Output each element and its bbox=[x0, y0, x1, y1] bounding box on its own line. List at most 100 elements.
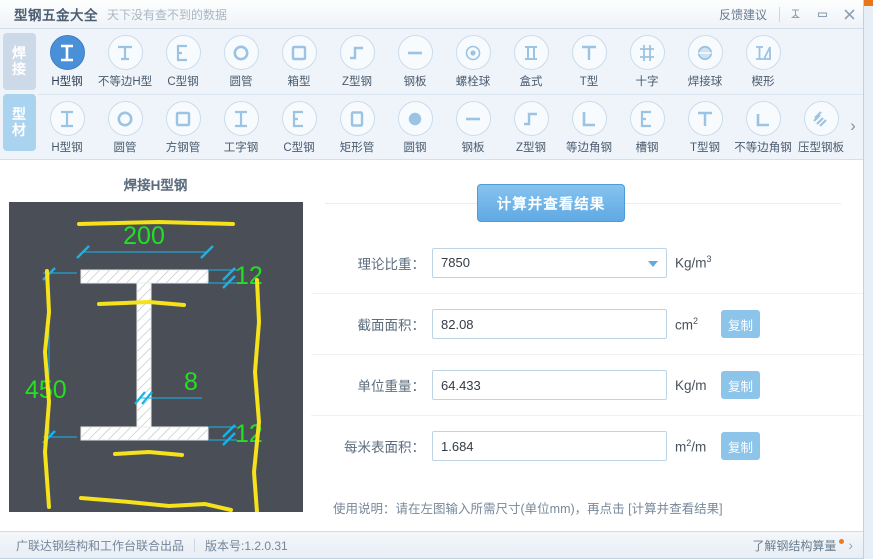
toolbar-item-i-beam[interactable]: 工字钢 bbox=[212, 101, 270, 155]
round-bar-icon bbox=[397, 101, 433, 136]
copy-button[interactable]: 复制 bbox=[721, 371, 760, 399]
c-channel-icon bbox=[165, 35, 201, 70]
usage-note: 使用说明：请在左图输入所需尺寸(单位mm)，再点击 [计算并查看结果] bbox=[333, 502, 723, 516]
toolbar-item-steel-plate[interactable]: 钢板 bbox=[444, 101, 502, 155]
toolbar-item-h-beam[interactable]: H型钢 bbox=[38, 101, 96, 155]
statusbar: 广联达钢结构和工作台联合出品 版本号:1.2.0.31 了解钢结构算量 › bbox=[0, 531, 863, 558]
chevron-right-icon[interactable]: › bbox=[845, 111, 861, 141]
background-window-sliver bbox=[863, 0, 873, 559]
toolbar-item-label: 钢板 bbox=[461, 142, 485, 154]
toolbar-item-label: 圆钢 bbox=[403, 142, 427, 154]
toolbar-item-box-type[interactable]: 盒式 bbox=[502, 35, 560, 89]
toolbar-item-unequal-angle[interactable]: 不等边角钢 bbox=[734, 101, 792, 155]
unequal-h-beam-icon bbox=[107, 35, 143, 70]
titlebar-controls: 反馈建议 bbox=[709, 0, 863, 28]
toolbar-item-rect-pipe[interactable]: 矩形管 bbox=[328, 101, 386, 155]
toolbar-item-label: 方钢管 bbox=[165, 142, 201, 154]
unit-main: cm bbox=[675, 317, 693, 333]
feedback-button[interactable]: 反馈建议 bbox=[709, 6, 777, 23]
statusbar-divider bbox=[194, 538, 196, 552]
form-row: 截面面积： 82.08 cm2 复制 bbox=[311, 293, 863, 354]
toolbar-item-bolt-ball[interactable]: 螺栓球 bbox=[444, 35, 502, 89]
main-body: 焊接H型钢 200 450 8 12 12 计算并查看结果 理论比重： 7850… bbox=[0, 160, 863, 531]
copy-button[interactable]: 复制 bbox=[721, 432, 760, 460]
background-window-titlebar bbox=[864, 0, 873, 6]
toolbar-item-label: T型 bbox=[579, 76, 599, 88]
toolbar-item-unequal-h-beam[interactable]: 不等边H型 bbox=[96, 35, 154, 89]
toolbar-item-label: 矩形管 bbox=[339, 142, 375, 154]
toolbar-item-c-channel[interactable]: C型钢 bbox=[154, 35, 212, 89]
unit-tail: /m bbox=[691, 439, 707, 455]
statusbar-version: 版本号:1.2.0.31 bbox=[205, 538, 288, 553]
toolbar-item-t-beam[interactable]: T型钢 bbox=[676, 101, 734, 155]
field-input[interactable]: 1.684 bbox=[432, 431, 667, 461]
field-value: 82.08 bbox=[441, 316, 474, 332]
result-form: 理论比重： 7850 Kg/m3 截面面积： 82.08 cm2 复制 单位重量： 64.433… bbox=[311, 232, 863, 476]
calculate-button[interactable]: 计算并查看结果 bbox=[477, 184, 625, 222]
hand-drawn-annotations bbox=[42, 219, 261, 512]
toolbar-item-cross-section[interactable]: 十字 bbox=[618, 35, 676, 89]
toolbar-item-square-pipe[interactable]: 方钢管 bbox=[154, 101, 212, 155]
icon-row-profile: H型钢 圆管 方钢管 工字钢 C型钢 矩形管 圆钢 钢板 Z型钢 等边角钢 槽钢 T型钢 不等边角钢 压型… bbox=[38, 94, 863, 159]
unequal-angle-icon bbox=[745, 101, 781, 136]
toolbar-item-equal-angle[interactable]: 等边角钢 bbox=[560, 101, 618, 155]
toolbar-item-box-section[interactable]: 箱型 bbox=[270, 35, 328, 89]
wedge-icon bbox=[745, 35, 781, 70]
minimize-icon[interactable] bbox=[809, 0, 836, 29]
toolbar-item-weld-ball[interactable]: 焊接球 bbox=[676, 35, 734, 89]
toolbar-item-round-bar[interactable]: 圆钢 bbox=[386, 101, 444, 155]
field-value: 64.433 bbox=[441, 377, 481, 393]
copy-button[interactable]: 复制 bbox=[721, 310, 760, 338]
field-label: 截面面积： bbox=[357, 318, 426, 333]
category-tab-welded[interactable]: 焊 接 bbox=[2, 33, 36, 90]
pin-icon[interactable] bbox=[782, 0, 809, 29]
titlebar-divider bbox=[779, 6, 780, 22]
toolbar-item-steel-plate[interactable]: 钢板 bbox=[386, 35, 444, 89]
t-section-icon bbox=[571, 35, 607, 70]
icon-row-welded: H型钢 不等边H型 C型钢 圆管 箱型 Z型钢 钢板 螺栓球 盒式 T型 十字 焊接球 楔形 bbox=[38, 29, 863, 94]
close-icon[interactable] bbox=[836, 0, 863, 29]
field-value: 1.684 bbox=[441, 438, 474, 454]
app-slogan: 天下没有查不到的数据 bbox=[107, 7, 228, 22]
toolbar-item-z-section[interactable]: Z型钢 bbox=[328, 35, 386, 89]
field-select[interactable]: 7850 bbox=[432, 247, 667, 278]
toolbar-item-channel[interactable]: 槽钢 bbox=[618, 101, 676, 155]
learn-more-link[interactable]: 了解钢结构算量 › bbox=[752, 537, 853, 554]
welded-h-beam-diagram[interactable]: 200 450 8 12 12 bbox=[8, 202, 303, 512]
toolbar-item-profiled-sheet[interactable]: 压型钢板 bbox=[792, 101, 850, 155]
category-tab-profile-char1: 型 bbox=[12, 106, 26, 123]
toolbar-item-label: 焊接球 bbox=[687, 76, 723, 88]
form-row: 单位重量： 64.433 Kg/m 复制 bbox=[311, 354, 863, 415]
diagram-pane: 焊接H型钢 200 450 8 12 12 bbox=[0, 160, 311, 531]
square-pipe-icon bbox=[165, 101, 201, 136]
bolt-ball-icon bbox=[455, 35, 491, 70]
toolbar-item-label: C型钢 bbox=[283, 142, 315, 154]
category-tabs: 焊 接 型 材 bbox=[0, 29, 38, 159]
field-unit: Kg/m3 bbox=[675, 254, 721, 271]
icon-rows: H型钢 不等边H型 C型钢 圆管 箱型 Z型钢 钢板 螺栓球 盒式 T型 十字 焊接球 楔形 H型钢 圆管… bbox=[38, 29, 863, 159]
form-row: 理论比重： 7850 Kg/m3 bbox=[311, 232, 863, 293]
toolbar-item-t-section[interactable]: T型 bbox=[560, 35, 618, 89]
page-title: 焊接H型钢 bbox=[123, 178, 188, 193]
field-input[interactable]: 64.433 bbox=[432, 370, 667, 400]
main-window: 型钢五金大全 天下没有查不到的数据 反馈建议 焊 接 型 材 H型钢 不等边H型… bbox=[0, 0, 864, 559]
h-beam-icon bbox=[49, 35, 85, 70]
field-label: 每米表面积： bbox=[344, 440, 425, 455]
chevron-down-icon[interactable] bbox=[648, 260, 658, 267]
t-beam-icon bbox=[687, 101, 723, 136]
toolbar-item-z-section[interactable]: Z型钢 bbox=[502, 101, 560, 155]
toolbar-item-h-beam[interactable]: H型钢 bbox=[38, 35, 96, 89]
round-pipe-icon bbox=[223, 35, 259, 70]
box-type-icon bbox=[513, 35, 549, 70]
c-channel-icon bbox=[281, 101, 317, 136]
unit-exponent: 3 bbox=[706, 254, 712, 265]
toolbar-item-round-pipe[interactable]: 圆管 bbox=[212, 35, 270, 89]
toolbar-item-round-pipe[interactable]: 圆管 bbox=[96, 101, 154, 155]
z-section-icon bbox=[339, 35, 375, 70]
field-unit: Kg/m bbox=[675, 378, 721, 393]
toolbar-item-label: 十字 bbox=[635, 76, 659, 88]
toolbar-item-c-channel[interactable]: C型钢 bbox=[270, 101, 328, 155]
toolbar-item-wedge[interactable]: 楔形 bbox=[734, 35, 792, 89]
field-input[interactable]: 82.08 bbox=[432, 309, 667, 339]
category-tab-profile[interactable]: 型 材 bbox=[2, 94, 36, 151]
